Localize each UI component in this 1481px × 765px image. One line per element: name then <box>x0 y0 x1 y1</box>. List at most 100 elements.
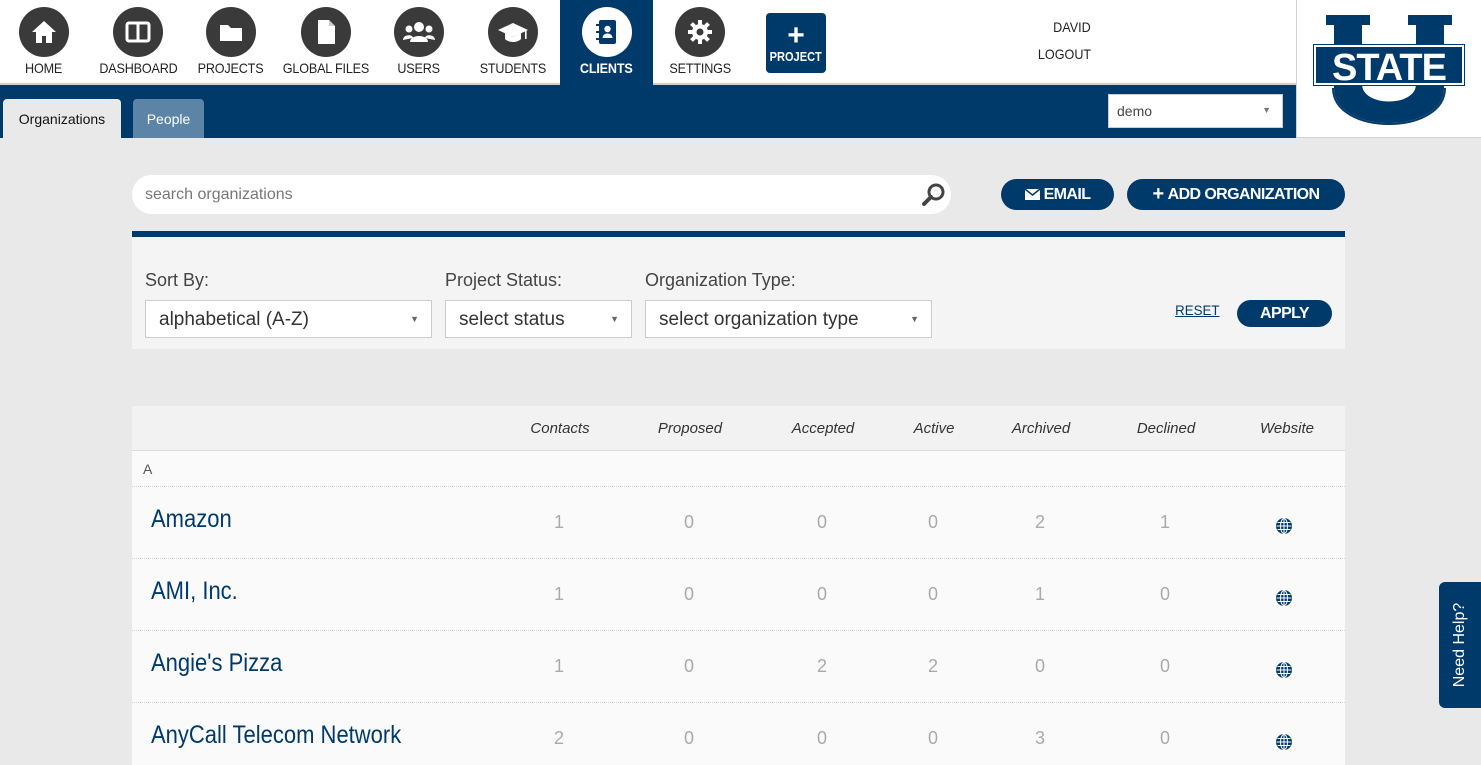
column-active[interactable]: Active <box>914 420 955 437</box>
organization-type-value: select organization type <box>659 309 859 330</box>
declined-count: 0 <box>1159 656 1171 676</box>
organizations-table: Contacts Proposed Accepted Active Archiv… <box>132 406 1345 765</box>
proposed-count: 0 <box>683 656 695 676</box>
nav-home-label: HOME <box>25 60 63 76</box>
dashboard-icon <box>113 7 163 57</box>
chevron-down-icon: ▼ <box>410 314 419 324</box>
filter-panel: Sort By: alphabetical (A-Z) ▼ Project St… <box>132 237 1345 349</box>
search-input[interactable] <box>145 185 905 204</box>
search-icon[interactable] <box>921 182 947 213</box>
archived-count: 2 <box>1034 512 1046 532</box>
nav-projects-label: PROJECTS <box>198 60 264 76</box>
tab-bar: Organizations People demo ▼ <box>0 85 1296 138</box>
email-button[interactable]: EMAIL <box>1001 179 1114 210</box>
archived-count: 1 <box>1034 584 1046 604</box>
nav-dashboard[interactable]: DASHBOARD <box>92 0 184 85</box>
need-help-button[interactable]: Need Help? <box>1439 582 1481 708</box>
site-select[interactable]: demo ▼ <box>1108 94 1283 128</box>
sort-by-select[interactable]: alphabetical (A-Z) ▼ <box>145 300 432 338</box>
globe-icon[interactable] <box>1275 589 1293 612</box>
search-bar <box>132 175 951 214</box>
logout-link[interactable]: LOGOUT <box>1038 46 1091 62</box>
apply-button[interactable]: APPLY <box>1237 300 1332 327</box>
active-count: 0 <box>927 512 939 532</box>
graduation-cap-icon <box>487 7 538 57</box>
users-icon <box>394 7 444 57</box>
globe-icon[interactable] <box>1275 517 1293 540</box>
declined-count: 1 <box>1159 512 1171 532</box>
add-project-button[interactable]: + PROJECT <box>766 13 826 73</box>
column-archived[interactable]: Archived <box>1012 420 1070 437</box>
active-count: 2 <box>927 656 939 676</box>
nav-home[interactable]: HOME <box>3 0 85 85</box>
organization-type-label: Organization Type: <box>645 270 796 290</box>
column-accepted[interactable]: Accepted <box>792 420 855 437</box>
email-button-label: EMAIL <box>1043 185 1091 203</box>
contact-book-icon <box>581 7 632 57</box>
nav-projects[interactable]: PROJECTS <box>190 0 272 85</box>
proposed-count: 0 <box>683 584 695 604</box>
need-help-label: Need Help? <box>1451 602 1468 688</box>
accepted-count: 0 <box>816 512 828 532</box>
globe-icon[interactable] <box>1275 661 1293 684</box>
plus-icon: + <box>1152 183 1165 205</box>
accepted-count: 0 <box>816 584 828 604</box>
add-project-label: PROJECT <box>769 48 823 64</box>
sort-by-value: alphabetical (A-Z) <box>159 309 309 330</box>
column-contacts[interactable]: Contacts <box>530 420 589 437</box>
project-status-select[interactable]: select status ▼ <box>445 300 632 338</box>
contacts-count: 1 <box>553 512 565 532</box>
nav-users[interactable]: USERS <box>378 0 460 85</box>
nav-settings[interactable]: SETTINGS <box>660 0 740 85</box>
active-count: 0 <box>927 584 939 604</box>
project-status-label: Project Status: <box>445 270 563 290</box>
accepted-count: 0 <box>816 728 828 748</box>
table-row: AMI, Inc. 1 0 0 0 1 0 <box>132 559 1345 631</box>
organization-name-link[interactable]: AMI, Inc. <box>151 577 238 606</box>
nav-users-label: USERS <box>397 60 441 76</box>
contacts-count: 2 <box>553 728 565 748</box>
nav-settings-label: SETTINGS <box>669 60 731 76</box>
table-row: AnyCall Telecom Network 2 0 0 0 3 0 <box>132 703 1345 765</box>
organization-name-link[interactable]: AnyCall Telecom Network <box>151 721 401 750</box>
active-count: 0 <box>927 728 939 748</box>
declined-count: 0 <box>1159 728 1171 748</box>
table-header: Contacts Proposed Accepted Active Archiv… <box>132 406 1345 451</box>
nav-clients[interactable]: CLIENTS <box>560 0 653 85</box>
envelope-icon <box>1024 189 1040 200</box>
chevron-down-icon: ▼ <box>610 314 619 324</box>
tab-people[interactable]: People <box>133 99 204 138</box>
accepted-count: 2 <box>816 656 828 676</box>
archived-count: 3 <box>1034 728 1046 748</box>
site-select-value: demo <box>1117 103 1153 119</box>
declined-count: 0 <box>1159 584 1171 604</box>
add-organization-button[interactable]: + ADD ORGANIZATION <box>1127 179 1345 210</box>
contacts-count: 1 <box>553 656 565 676</box>
nav-global-files-label: GLOBAL FILES <box>282 60 370 76</box>
chevron-down-icon: ▼ <box>1262 105 1271 115</box>
section-letter: A <box>143 461 153 477</box>
proposed-count: 0 <box>683 512 695 532</box>
table-row: Amazon 1 0 0 0 2 1 <box>132 487 1345 559</box>
organization-name-link[interactable]: Amazon <box>151 505 232 534</box>
proposed-count: 0 <box>683 728 695 748</box>
chevron-down-icon: ▼ <box>910 314 919 324</box>
user-name: DAVID <box>1053 19 1091 35</box>
table-row: Angie's Pizza 1 0 2 2 0 0 <box>132 631 1345 703</box>
nav-clients-label: CLIENTS <box>580 60 633 76</box>
nav-students[interactable]: STUDENTS <box>470 0 555 85</box>
nav-global-files[interactable]: GLOBAL FILES <box>280 0 372 85</box>
globe-icon[interactable] <box>1275 733 1293 756</box>
home-icon <box>19 7 69 57</box>
plus-icon: + <box>787 18 805 52</box>
column-declined[interactable]: Declined <box>1137 420 1195 437</box>
organization-name-link[interactable]: Angie's Pizza <box>151 649 282 678</box>
reset-link[interactable]: RESET <box>1175 302 1219 318</box>
nav-dashboard-label: DASHBOARD <box>98 60 178 76</box>
organization-type-select[interactable]: select organization type ▼ <box>645 300 932 338</box>
nav-students-label: STUDENTS <box>479 60 546 76</box>
university-logo: STATE <box>1296 0 1481 138</box>
column-website: Website <box>1260 420 1314 437</box>
column-proposed[interactable]: Proposed <box>658 420 722 437</box>
tab-organizations[interactable]: Organizations <box>3 99 121 138</box>
